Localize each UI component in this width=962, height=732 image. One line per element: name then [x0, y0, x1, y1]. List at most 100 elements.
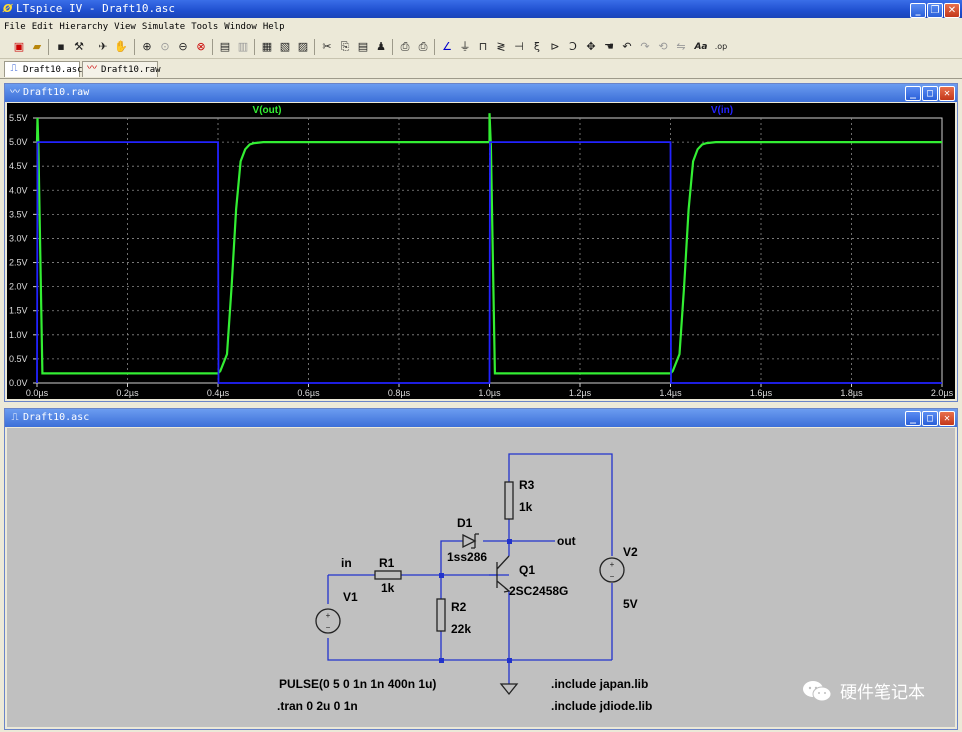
junction-dot: [507, 658, 512, 663]
value-r2: 22k: [451, 622, 471, 636]
mirror-icon[interactable]: ⇋: [674, 40, 688, 54]
zoom-fit-icon[interactable]: ⊗: [194, 40, 208, 54]
drag-icon[interactable]: ☚: [602, 40, 616, 54]
menu-edit[interactable]: Edit: [29, 18, 57, 36]
text-icon[interactable]: Aa: [694, 40, 708, 54]
maximize-icon[interactable]: □: [922, 86, 938, 101]
watermark-text: 硬件笔记本: [840, 683, 925, 703]
ground-symbol: [499, 683, 519, 696]
schematic-canvas[interactable]: + − + − in R1 1k R2 22k R3 1k D1 1ss286 ou…: [7, 428, 955, 727]
toolbar-separator: [314, 39, 315, 55]
menu-hierarchy[interactable]: Hierarchy: [56, 18, 111, 36]
label-icon[interactable]: ⊓: [476, 40, 490, 54]
ground-icon[interactable]: ⏚: [458, 40, 472, 54]
close-icon[interactable]: ✕: [939, 411, 955, 426]
autorange-icon[interactable]: ▤: [218, 40, 232, 54]
menu-help[interactable]: Help: [260, 18, 288, 36]
print-setup-icon[interactable]: ⎙: [398, 40, 412, 54]
value-r3: 1k: [519, 500, 533, 514]
minimize-icon[interactable]: _: [910, 3, 926, 18]
label-v2: V2: [623, 545, 638, 559]
x-tick-label: 0.0µs: [26, 388, 49, 398]
paste-icon[interactable]: ▤: [356, 40, 370, 54]
undo-icon[interactable]: ↶: [620, 40, 634, 54]
print-icon[interactable]: ⎙: [416, 40, 430, 54]
menu-file[interactable]: File: [0, 18, 29, 36]
value-q1: 2SC2458G: [509, 584, 568, 598]
spice-directive-icon[interactable]: .op: [714, 40, 728, 54]
rotate-icon[interactable]: ⟲: [656, 40, 670, 54]
waveform-window: 〰 Draft10.raw _ □ ✕ 0.0µs 0.2µs 0.4µs 0.6µs 0.…: [4, 83, 958, 402]
label-out: out: [557, 534, 576, 548]
y-tick-label: 0.5V: [9, 354, 28, 364]
redo-icon[interactable]: ↷: [638, 40, 652, 54]
toolbar-separator: [254, 39, 255, 55]
run-icon[interactable]: ✈: [96, 40, 110, 54]
resistor-icon[interactable]: ≷: [494, 40, 508, 54]
document-tabs: ⎍ Draft10.asc 〰 Draft10.raw: [0, 59, 962, 79]
control-panel-icon[interactable]: ⚒: [72, 40, 86, 54]
find-icon[interactable]: ♟: [374, 40, 388, 54]
wechat-icon: [803, 680, 832, 701]
menu-simulate[interactable]: Simulate: [139, 18, 188, 36]
x-tick-label: 1.4µs: [659, 388, 682, 398]
junction-dot: [439, 573, 444, 578]
menu-view[interactable]: View: [111, 18, 139, 36]
toolbar: ▣ ▰ ▪ ⚒ ✈ ✋ ⊕ ⊙ ⊖ ⊗ ▤ ▥ ▦ ▧ ▨ ✂ ⎘ ▤ ♟ ⎙ …: [0, 36, 962, 59]
junction-dot: [439, 658, 444, 663]
zoom-out-icon[interactable]: ⊖: [176, 40, 190, 54]
x-tick-label: 0.2µs: [116, 388, 139, 398]
maximize-icon[interactable]: □: [922, 411, 938, 426]
component-icon[interactable]: Ↄ: [566, 40, 580, 54]
toolbar-separator: [48, 39, 49, 55]
open-icon[interactable]: ▰: [30, 40, 44, 54]
tran-directive: .tran 0 2u 0 1n: [277, 699, 358, 713]
copy-icon[interactable]: ⎘: [338, 40, 352, 54]
resistor-r3: [504, 481, 514, 520]
tab-draft10-asc[interactable]: ⎍ Draft10.asc: [4, 61, 83, 77]
schematic-window: ⎍ Draft10.asc _ □ ✕ + − + − in R1 1k R2 …: [4, 408, 958, 730]
cut-icon[interactable]: ✂: [320, 40, 334, 54]
inductor-icon[interactable]: ξ: [530, 40, 544, 54]
diode-d1: [462, 533, 479, 549]
resistor-r1: [374, 570, 402, 580]
pan-icon[interactable]: ⊙: [158, 40, 172, 54]
menu-window[interactable]: Window: [221, 18, 260, 36]
value-r1: 1k: [381, 581, 395, 595]
diode-icon[interactable]: ⊳: [548, 40, 562, 54]
tile-icon[interactable]: ▥: [236, 40, 250, 54]
y-tick-label: 3.5V: [9, 209, 28, 219]
save-icon[interactable]: ▪: [54, 40, 68, 54]
label-r2: R2: [451, 600, 467, 614]
toolbar-separator: [212, 39, 213, 55]
label-r3: R3: [519, 478, 535, 492]
y-tick-label: 5.0V: [9, 137, 28, 147]
minimize-icon[interactable]: _: [905, 86, 921, 101]
cascade-icon[interactable]: ▨: [296, 40, 310, 54]
value-v2: 5V: [623, 597, 638, 611]
tile-horizontal-icon[interactable]: ▦: [260, 40, 274, 54]
new-schematic-icon[interactable]: ▣: [12, 40, 26, 54]
plot-area[interactable]: 0.0µs 0.2µs 0.4µs 0.6µs 0.8µs 1.0µs 1.2µs 1.4µs…: [7, 103, 955, 399]
move-icon[interactable]: ✥: [584, 40, 598, 54]
legend-label: V(out): [253, 105, 282, 116]
y-tick-label: 1.0V: [9, 330, 28, 340]
wire-icon[interactable]: ∠: [440, 40, 454, 54]
schematic-icon: ⎍: [11, 412, 19, 423]
tile-vertical-icon[interactable]: ▧: [278, 40, 292, 54]
legend-label: V(in): [711, 105, 733, 116]
close-icon[interactable]: ✕: [944, 3, 960, 18]
zoom-in-icon[interactable]: ⊕: [140, 40, 154, 54]
halt-icon[interactable]: ✋: [114, 40, 128, 54]
tab-draft10-raw[interactable]: 〰 Draft10.raw: [82, 61, 161, 77]
waveform-plot[interactable]: 0.0µs 0.2µs 0.4µs 0.6µs 0.8µs 1.0µs 1.2µs 1.4µs…: [7, 103, 955, 399]
tab-label: Draft10.raw: [101, 65, 161, 75]
capacitor-icon[interactable]: ⊣: [512, 40, 526, 54]
close-icon[interactable]: ✕: [939, 86, 955, 101]
restore-icon[interactable]: ❐: [927, 3, 943, 18]
schematic-icon: ⎍: [10, 63, 18, 74]
menu-tools[interactable]: Tools: [188, 18, 221, 36]
minimize-icon[interactable]: _: [905, 411, 921, 426]
minus-sign: −: [326, 623, 331, 632]
wire: [327, 638, 612, 661]
